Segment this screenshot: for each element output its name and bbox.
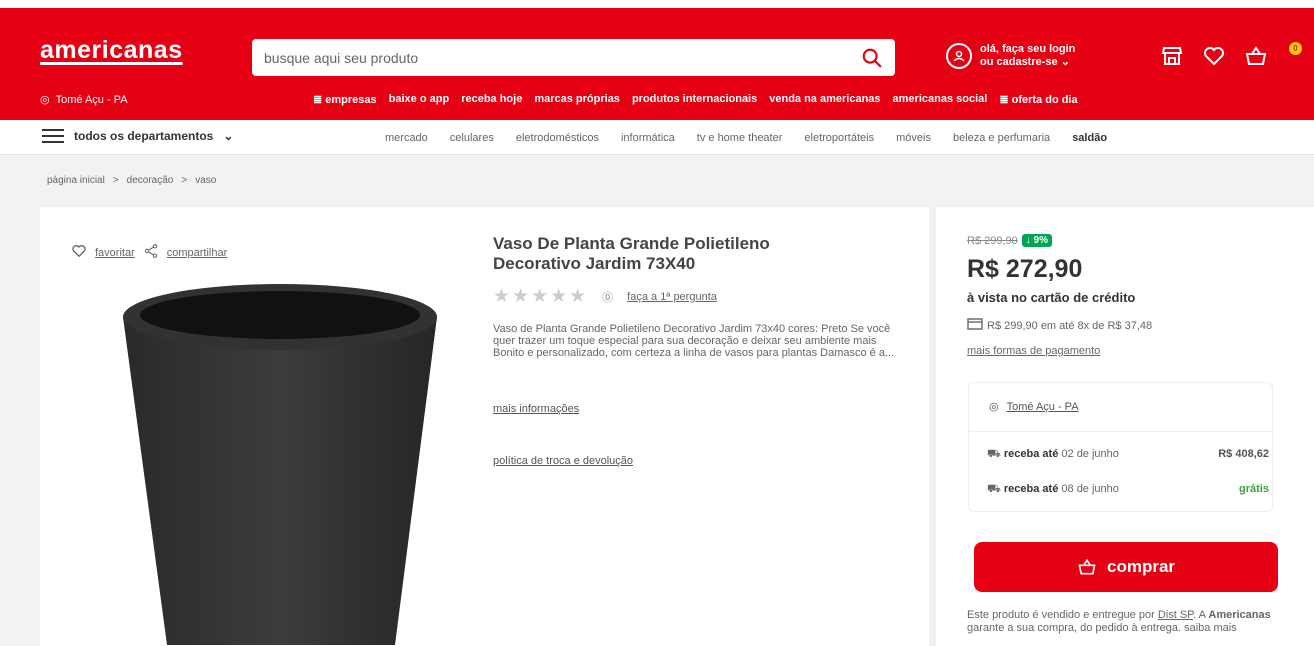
user-icon — [946, 43, 972, 69]
more-info-link[interactable]: mais informações — [493, 403, 579, 415]
truck-icon: ⛟ — [987, 483, 1004, 495]
installments-text: R$ 299,90 em até 8x de R$ 37,48 — [987, 319, 1153, 332]
shipping-location[interactable]: ◎ Tomé Açu - PA — [989, 400, 1079, 414]
heart-icon[interactable] — [1202, 44, 1226, 68]
all-departments-menu[interactable]: todos os departamentos ⌄ — [42, 129, 233, 143]
return-policy-link[interactable]: política de troca e devolução — [493, 455, 633, 467]
quick-link[interactable]: baixe o app — [389, 93, 450, 106]
shipping-label: receba até — [1003, 483, 1059, 495]
hamburger-icon — [42, 129, 64, 143]
discount-badge: ↓ 9% — [1021, 234, 1052, 247]
breadcrumb-separator: > — [181, 175, 188, 186]
nav-link[interactable]: informática — [621, 132, 675, 144]
breadcrumb: página inicial > decoração > vaso — [47, 175, 216, 186]
buy-box: R$ 299,90 ↓ 9% R$ 272,90 à vista no cart… — [936, 207, 1314, 646]
shipping-date: 02 de junho — [1058, 448, 1119, 460]
breadcrumb-separator: > — [112, 175, 119, 186]
buy-button-label: comprar — [1106, 557, 1176, 576]
nav-link[interactable]: beleza e perfumaria — [953, 132, 1050, 144]
installments: R$ 299,90 em até 8x de R$ 37,48 — [967, 318, 1152, 333]
question-icon: ⓪ — [602, 291, 614, 304]
nav-link[interactable]: saldão — [1072, 132, 1107, 144]
more-payments-link[interactable]: mais formas de pagamento — [967, 345, 1100, 357]
location-pin-icon: ◎ — [40, 94, 50, 106]
shipping-location-link[interactable]: Tomé Açu - PA — [1007, 401, 1079, 413]
all-departments-label: todos os departamentos — [74, 129, 214, 143]
ask-question-link[interactable]: faça a 1ª pergunta — [627, 291, 717, 303]
seller-link[interactable]: Dist SP — [1158, 609, 1193, 621]
seller-text: Este produto é vendido e entregue por — [967, 609, 1158, 621]
quick-link[interactable]: ≣ oferta do dia — [999, 93, 1077, 106]
product-card: favoritar compartilhar Vaso De Planta Gr… — [40, 207, 929, 646]
current-price: R$ 272,90 — [967, 255, 1083, 283]
search-bar[interactable] — [252, 39, 895, 76]
quick-link[interactable]: produtos internacionais — [632, 93, 757, 106]
login-line2: ou cadastre-se — [980, 56, 1058, 68]
shipping-price: R$ 408,62 — [1218, 448, 1269, 460]
nav-link[interactable]: celulares — [450, 132, 494, 144]
quick-link[interactable]: ≣ empresas — [313, 93, 377, 106]
divider — [969, 431, 1272, 432]
nav-link[interactable]: móveis — [896, 132, 931, 144]
shipping-box: ◎ Tomé Açu - PA ⛟ receba até 02 de junho… — [968, 382, 1273, 512]
old-price-row: R$ 299,90 ↓ 9% — [967, 234, 1052, 247]
share-link[interactable]: compartilhar — [167, 247, 228, 259]
basket-icon — [1078, 558, 1096, 575]
quick-link[interactable]: americanas social — [893, 93, 988, 106]
quick-link[interactable]: marcas próprias — [534, 93, 620, 106]
shipping-option: ⛟ receba até 02 de junho R$ 408,62 — [987, 448, 1269, 462]
quick-link[interactable]: venda na americanas — [769, 93, 880, 106]
location-selector[interactable]: ◎ Tomé Açu - PA — [40, 93, 128, 107]
price-note: à vista no cartão de crédito — [967, 290, 1136, 305]
heart-icon[interactable] — [71, 243, 87, 262]
nav-link[interactable]: eletrodomésticos — [516, 132, 599, 144]
search-input[interactable] — [264, 49, 861, 66]
location-label: Tomé Açu - PA — [55, 93, 128, 106]
breadcrumb-item[interactable]: vaso — [195, 175, 216, 186]
shipping-date: 08 de junho — [1058, 483, 1119, 495]
nav-link[interactable]: eletroportáteis — [804, 132, 874, 144]
chevron-down-icon: ⌄ — [223, 129, 234, 143]
seller-text: . A — [1193, 609, 1209, 621]
quick-links: ≣ empresas baixe o app receba hoje marca… — [313, 93, 1078, 106]
chevron-down-icon: ⌄ — [1060, 56, 1070, 68]
seller-text: garante a sua compra, do pedido à entreg… — [967, 622, 1237, 634]
sub-header: ◎ Tomé Açu - PA ≣ empresas baixe o app r… — [0, 90, 1314, 110]
breadcrumb-item[interactable]: página inicial — [47, 175, 105, 186]
shipping-option: ⛟ receba até 08 de junho grátis — [987, 483, 1269, 497]
product-description: Vaso de Planta Grande Polietileno Decora… — [493, 323, 895, 359]
search-icon[interactable] — [861, 47, 883, 69]
americanas-logo[interactable]: americanas — [40, 36, 183, 65]
basket-icon[interactable] — [1244, 44, 1268, 68]
quick-link[interactable]: receba hoje — [461, 93, 522, 106]
shipping-label: receba até — [1003, 448, 1059, 460]
product-image[interactable] — [115, 277, 445, 646]
nav-link[interactable]: tv e home theater — [697, 132, 783, 144]
breadcrumb-item[interactable]: decoração — [127, 175, 174, 186]
cart-count-badge: 0 — [1289, 42, 1302, 55]
old-price: R$ 299,90 — [967, 234, 1018, 247]
favorite-link[interactable]: favoritar — [95, 247, 135, 259]
store-icon[interactable] — [1160, 44, 1184, 68]
seller-brand: Americanas — [1208, 609, 1271, 621]
rating-stars: ★★★★★ — [493, 286, 589, 307]
rating-row: ★★★★★ ⓪ faça a 1ª pergunta — [493, 285, 717, 308]
shipping-price: grátis — [1239, 483, 1269, 495]
buy-button[interactable]: comprar — [974, 542, 1278, 592]
product-title: Vaso De Planta Grande Polietileno Decora… — [493, 234, 770, 273]
location-pin-icon: ◎ — [989, 401, 999, 413]
credit-card-icon — [967, 318, 983, 333]
share-icon[interactable] — [143, 243, 159, 262]
nav-link[interactable]: mercado — [385, 132, 428, 144]
truck-icon: ⛟ — [987, 448, 1004, 460]
login-link[interactable]: olá, faça seu login ou cadastre-se ⌄ — [946, 43, 1075, 69]
product-actions: favoritar compartilhar — [71, 243, 227, 262]
department-nav: todos os departamentos ⌄ mercado celular… — [0, 120, 1314, 155]
login-line1: olá, faça seu login — [980, 43, 1076, 55]
seller-info: Este produto é vendido e entregue por Di… — [967, 609, 1277, 635]
